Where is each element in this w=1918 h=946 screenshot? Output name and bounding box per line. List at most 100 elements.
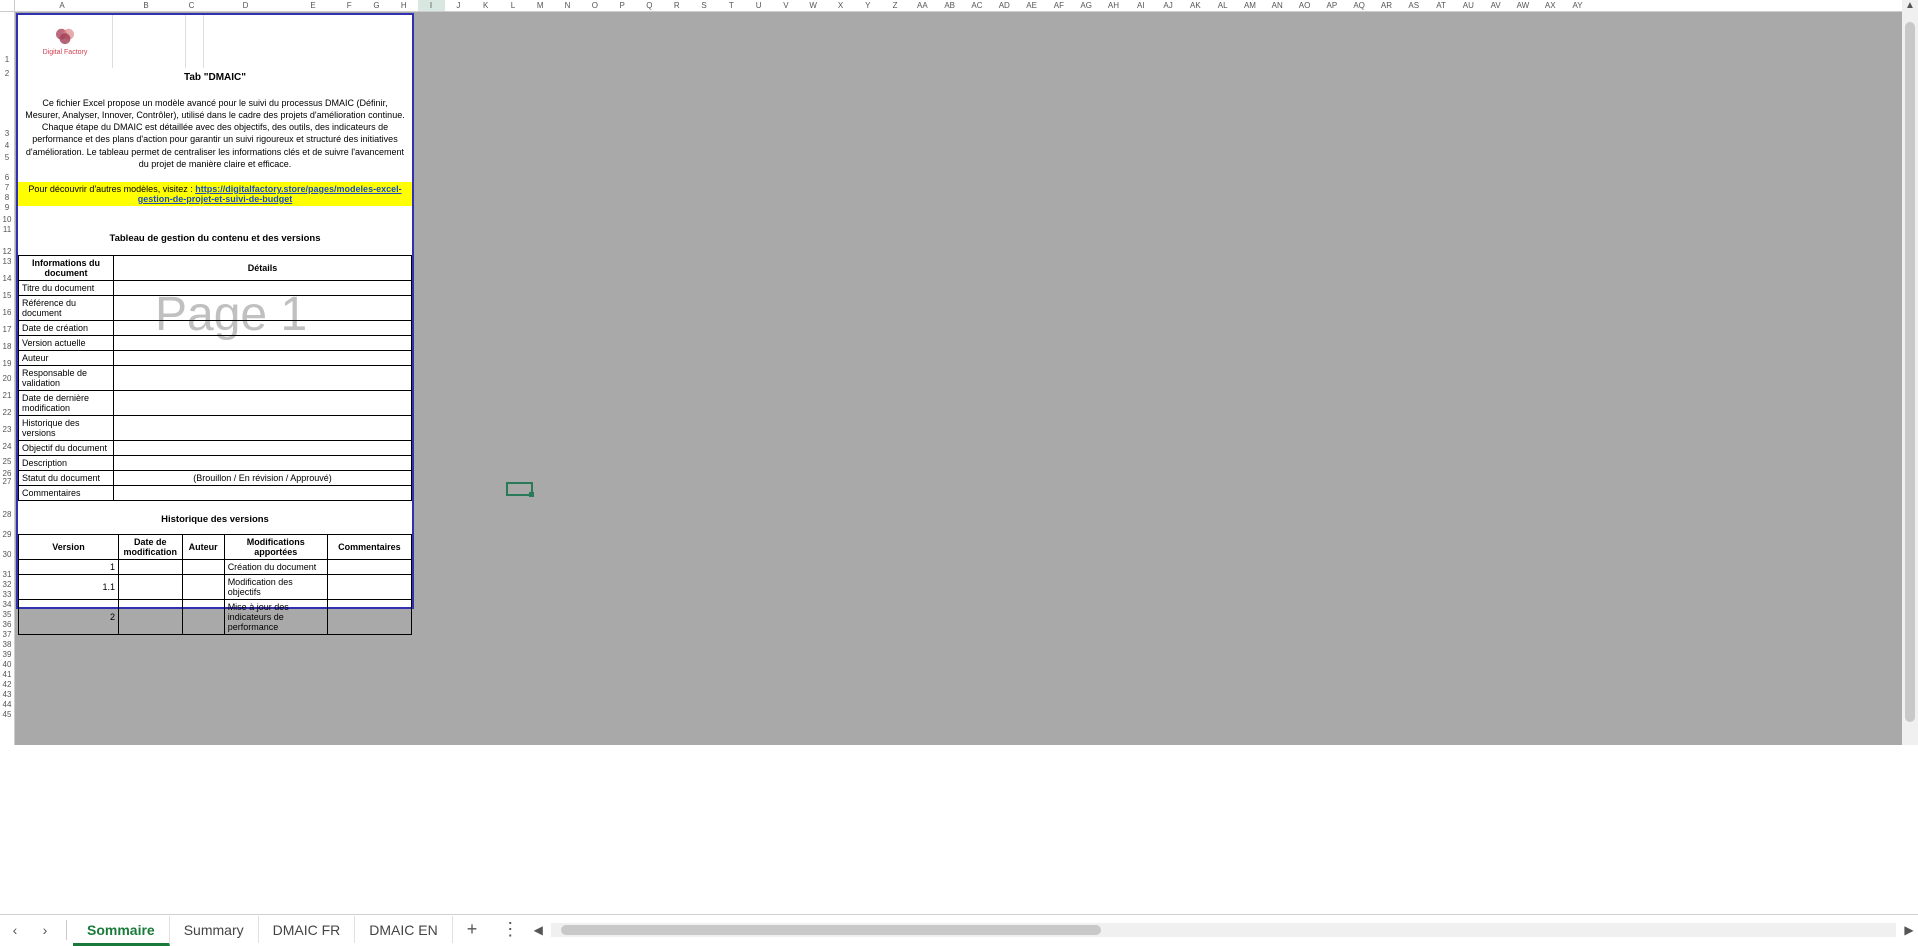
scroll-options-button[interactable]: ⋮: [491, 919, 529, 940]
row-header-36[interactable]: 36: [0, 620, 14, 630]
sheet-tab-sommaire[interactable]: Sommaire: [73, 916, 170, 946]
history-cell[interactable]: [118, 599, 182, 634]
row-header-37[interactable]: 37: [0, 630, 14, 640]
info-row-value[interactable]: [114, 350, 412, 365]
history-cell[interactable]: 1: [19, 559, 119, 574]
col-header-AO[interactable]: AO: [1291, 0, 1318, 11]
row-header-27[interactable]: 27: [0, 479, 14, 487]
row-header-19[interactable]: 19: [0, 352, 14, 369]
col-header-AH[interactable]: AH: [1100, 0, 1127, 11]
row-headers[interactable]: 1234567891011121314151617181920212223242…: [0, 0, 15, 745]
col-header-AY[interactable]: AY: [1564, 0, 1591, 11]
col-header-AG[interactable]: AG: [1073, 0, 1100, 11]
col-header-AB[interactable]: AB: [937, 0, 964, 11]
col-header-E[interactable]: E: [291, 0, 336, 11]
row-header-21[interactable]: 21: [0, 384, 14, 401]
row-header-39[interactable]: 39: [0, 650, 14, 660]
info-row-value[interactable]: [114, 485, 412, 500]
column-headers[interactable]: ABCDEFGHIJKLMNOPQRSTUVWXYZAAABACADAEAFAG…: [15, 0, 1918, 12]
info-row-value[interactable]: [114, 335, 412, 350]
active-cell-selection[interactable]: [506, 482, 533, 496]
row-header-5[interactable]: 5: [0, 151, 14, 163]
hscroll-left-button[interactable]: ◀: [529, 923, 547, 937]
row-header-40[interactable]: 40: [0, 660, 14, 670]
col-header-AK[interactable]: AK: [1182, 0, 1209, 11]
col-header-A[interactable]: A: [15, 0, 110, 11]
history-cell[interactable]: Modification des objectifs: [224, 574, 327, 599]
col-header-AA[interactable]: AA: [909, 0, 936, 11]
col-header-AN[interactable]: AN: [1264, 0, 1291, 11]
col-header-P[interactable]: P: [609, 0, 636, 11]
row-header-6[interactable]: 6: [0, 163, 14, 183]
col-header-F[interactable]: F: [336, 0, 363, 11]
col-header-K[interactable]: K: [472, 0, 499, 11]
select-all-corner[interactable]: [0, 0, 14, 12]
row-header-33[interactable]: 33: [0, 590, 14, 600]
col-header-AS[interactable]: AS: [1401, 0, 1428, 11]
row-header-2[interactable]: 2: [0, 65, 14, 79]
sheet-tab-summary[interactable]: Summary: [170, 916, 259, 943]
vscroll-thumb[interactable]: [1905, 22, 1915, 722]
col-header-AL[interactable]: AL: [1210, 0, 1237, 11]
info-row-value[interactable]: [114, 415, 412, 440]
row-header-42[interactable]: 42: [0, 680, 14, 690]
col-header-H[interactable]: H: [391, 0, 418, 11]
hscroll-thumb[interactable]: [561, 925, 1101, 935]
info-row-value[interactable]: [114, 440, 412, 455]
history-cell[interactable]: [182, 559, 224, 574]
row-header-14[interactable]: 14: [0, 267, 14, 284]
row-header-13[interactable]: 13: [0, 257, 14, 267]
col-header-O[interactable]: O: [582, 0, 609, 11]
add-sheet-button[interactable]: +: [453, 919, 492, 940]
col-header-AE[interactable]: AE: [1018, 0, 1045, 11]
row-header-18[interactable]: 18: [0, 335, 14, 352]
row-header-4[interactable]: 4: [0, 139, 14, 151]
row-header-31[interactable]: 31: [0, 560, 14, 580]
sheet-tab-dmaic-fr[interactable]: DMAIC FR: [259, 916, 356, 943]
info-row-value[interactable]: [114, 295, 412, 320]
history-cell[interactable]: [327, 574, 411, 599]
horizontal-scrollbar[interactable]: [551, 923, 1896, 937]
info-row-value[interactable]: [114, 280, 412, 295]
col-header-J[interactable]: J: [445, 0, 472, 11]
col-header-B[interactable]: B: [110, 0, 183, 11]
tab-nav-prev[interactable]: ‹: [0, 922, 30, 938]
info-row-value[interactable]: [114, 455, 412, 470]
row-header-24[interactable]: 24: [0, 435, 14, 452]
row-header-43[interactable]: 43: [0, 690, 14, 700]
vertical-scrollbar[interactable]: ▲: [1902, 12, 1918, 745]
row-header-29[interactable]: 29: [0, 520, 14, 540]
row-header-41[interactable]: 41: [0, 670, 14, 680]
col-header-AR[interactable]: AR: [1373, 0, 1400, 11]
col-header-Q[interactable]: Q: [636, 0, 663, 11]
col-header-AV[interactable]: AV: [1482, 0, 1509, 11]
col-header-AD[interactable]: AD: [991, 0, 1018, 11]
col-header-Y[interactable]: Y: [855, 0, 882, 11]
col-header-S[interactable]: S: [691, 0, 718, 11]
row-header-34[interactable]: 34: [0, 600, 14, 610]
col-header-M[interactable]: M: [527, 0, 554, 11]
row-header-7[interactable]: 7: [0, 183, 14, 193]
history-cell[interactable]: 1.1: [19, 574, 119, 599]
row-header-22[interactable]: 22: [0, 401, 14, 418]
col-header-U[interactable]: U: [745, 0, 772, 11]
col-header-C[interactable]: C: [183, 0, 201, 11]
col-header-R[interactable]: R: [664, 0, 691, 11]
row-header-8[interactable]: 8: [0, 193, 14, 203]
history-cell[interactable]: [182, 574, 224, 599]
info-row-value[interactable]: (Brouillon / En révision / Approuvé): [114, 470, 412, 485]
col-header-AM[interactable]: AM: [1237, 0, 1264, 11]
row-header-1[interactable]: 1: [0, 12, 14, 65]
col-header-AF[interactable]: AF: [1046, 0, 1073, 11]
col-header-G[interactable]: G: [363, 0, 390, 11]
row-header-23[interactable]: 23: [0, 418, 14, 435]
row-header-16[interactable]: 16: [0, 301, 14, 318]
col-header-AX[interactable]: AX: [1537, 0, 1564, 11]
row-header-25[interactable]: 25: [0, 452, 14, 467]
history-cell[interactable]: Création du document: [224, 559, 327, 574]
row-header-30[interactable]: 30: [0, 540, 14, 560]
col-header-AP[interactable]: AP: [1319, 0, 1346, 11]
col-header-D[interactable]: D: [201, 0, 291, 11]
spreadsheet-grid[interactable]: Page 1 Digital Factory Tab "DMAIC": [15, 12, 1918, 745]
row-header-15[interactable]: 15: [0, 284, 14, 301]
